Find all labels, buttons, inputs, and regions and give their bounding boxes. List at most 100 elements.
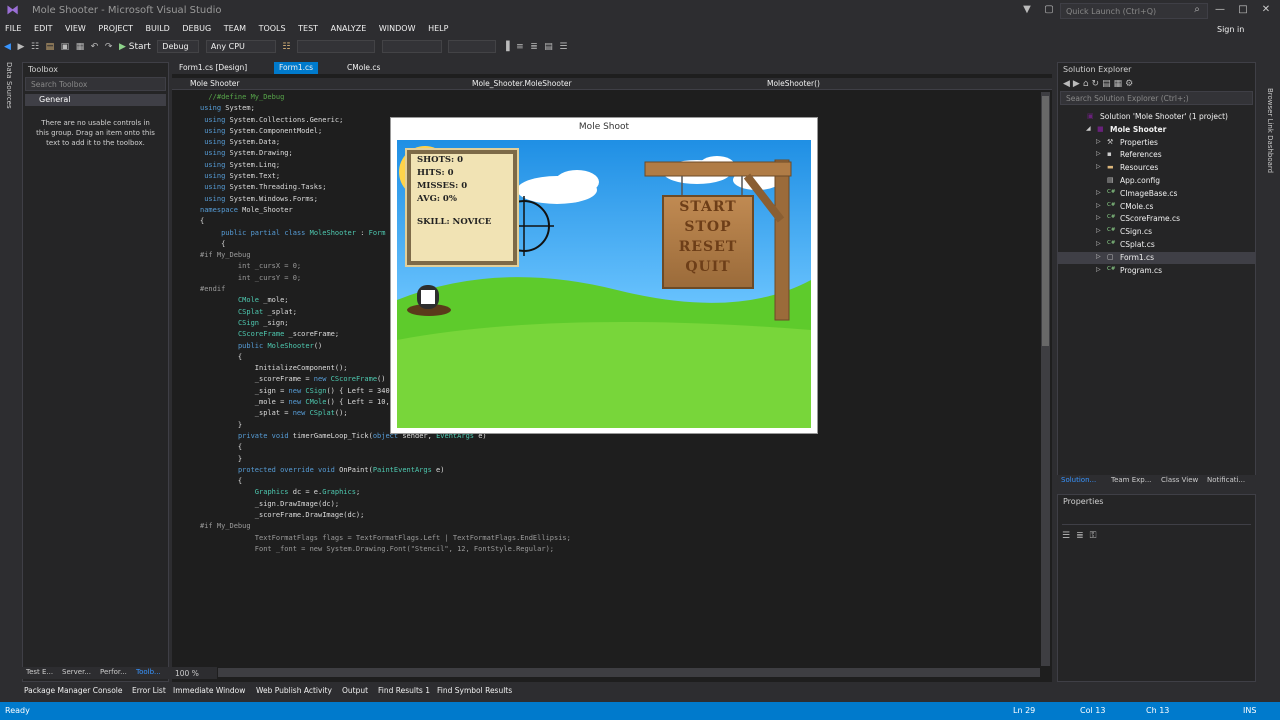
save-all-icon[interactable]: ▦ xyxy=(76,40,85,54)
tab-web-publish-activity[interactable]: Web Publish Activity xyxy=(256,686,332,695)
game-canvas[interactable]: SHOTS: 0 HITS: 0 MISSES: 0 AVG: 0% SKILL… xyxy=(397,140,811,428)
tab-cmole-cs[interactable]: CMole.cs xyxy=(342,62,385,74)
tab-test-explorer[interactable]: Test E... xyxy=(26,668,53,676)
collapsed-arrow-icon[interactable]: ▷ xyxy=(1096,227,1101,234)
code-line[interactable]: Font _font = new System.Drawing.Font("St… xyxy=(200,544,1040,555)
sign-in-link[interactable]: Sign in xyxy=(1217,25,1244,34)
tab-class-view[interactable]: Class View xyxy=(1161,476,1198,484)
tree-item[interactable]: ▷ C# CImageBase.cs xyxy=(1058,188,1255,200)
tree-item[interactable]: ◢ ■ Mole Shooter xyxy=(1058,124,1255,136)
code-line[interactable]: { xyxy=(200,442,1040,453)
code-line[interactable]: protected override void OnPaint(PaintEve… xyxy=(200,465,1040,476)
tab-find-symbol-results[interactable]: Find Symbol Results xyxy=(437,686,512,695)
comment-icon[interactable]: ☰ xyxy=(559,40,567,54)
target-select[interactable] xyxy=(297,40,375,53)
browser-select[interactable] xyxy=(381,40,442,53)
properties-object-select[interactable] xyxy=(1062,513,1251,525)
menu-view[interactable]: VIEW xyxy=(60,22,91,35)
tab-error-list[interactable]: Error List xyxy=(132,686,166,695)
tree-item[interactable]: ▣ Solution 'Mole Shooter' (1 project) xyxy=(1058,111,1255,123)
code-line[interactable]: #if My_Debug xyxy=(200,521,1040,532)
tab-package-manager-console[interactable]: Package Manager Console xyxy=(24,686,123,695)
collapsed-arrow-icon[interactable]: ▷ xyxy=(1096,202,1101,209)
solution-explorer-toolbar[interactable]: ◀▶⌂↻▤▦⚙ xyxy=(1058,77,1255,91)
tab-toolbox[interactable]: Toolb... xyxy=(136,668,161,676)
find-in-files-icon[interactable]: ☷ xyxy=(282,40,290,54)
collapsed-arrow-icon[interactable]: ▷ xyxy=(1096,214,1101,221)
menu-debug[interactable]: DEBUG xyxy=(177,22,216,35)
menu-edit[interactable]: EDIT xyxy=(29,22,57,35)
tree-item[interactable]: ▷ C# CSign.cs xyxy=(1058,226,1255,238)
toolbox-group-general[interactable]: General xyxy=(25,94,166,106)
maximize-button[interactable]: □ xyxy=(1233,2,1253,18)
collapsed-arrow-icon[interactable]: ▷ xyxy=(1096,240,1101,247)
zoom-level[interactable]: 100 % xyxy=(172,667,217,679)
quick-launch-input[interactable]: Quick Launch (Ctrl+Q) xyxy=(1060,3,1208,19)
vertical-scrollbar-thumb[interactable] xyxy=(1042,96,1049,346)
member-dropdown[interactable]: MoleShooter() xyxy=(767,79,820,88)
start-button[interactable]: ▶ Start xyxy=(119,40,151,54)
code-line[interactable]: _scoreFrame.DrawImage(dc); xyxy=(200,510,1040,521)
expanded-arrow-icon[interactable]: ◢ xyxy=(1086,125,1091,132)
tree-item[interactable]: ▷ ⚒ Properties xyxy=(1058,137,1255,149)
tab-notifications[interactable]: Notificati... xyxy=(1207,476,1245,484)
sign-quit[interactable]: QUIT xyxy=(664,257,752,277)
tab-find-results-1[interactable]: Find Results 1 xyxy=(378,686,430,695)
collapsed-arrow-icon[interactable]: ▷ xyxy=(1096,253,1101,260)
mole-shoot-window[interactable]: Mole Shoot SHOTS: 0 HITS: 0 MISSES: 0 AV… xyxy=(390,117,818,434)
menu-help[interactable]: HELP xyxy=(423,22,453,35)
menu-window[interactable]: WINDOW xyxy=(374,22,421,35)
menu-project[interactable]: PROJECT xyxy=(93,22,138,35)
tree-item[interactable]: ▷ C# Program.cs xyxy=(1058,265,1255,277)
minimize-button[interactable]: — xyxy=(1210,2,1230,18)
tab-server-explorer[interactable]: Server... xyxy=(62,668,91,676)
feedback-icon[interactable]: ▢ xyxy=(1042,3,1056,17)
code-line[interactable]: { xyxy=(200,476,1040,487)
tab-performance[interactable]: Perfor... xyxy=(100,668,127,676)
menu-team[interactable]: TEAM xyxy=(219,22,251,35)
navigate-back-icon[interactable]: ◀ xyxy=(4,40,11,54)
browser-link-dashboard-tab[interactable]: Browser Link Dashboard xyxy=(1266,88,1274,173)
collapsed-arrow-icon[interactable]: ▷ xyxy=(1096,189,1101,196)
tab-team-explorer[interactable]: Team Exp... xyxy=(1111,476,1151,484)
tree-item[interactable]: ▷ C# CScoreFrame.cs xyxy=(1058,213,1255,225)
tab-immediate-window[interactable]: Immediate Window xyxy=(173,686,245,695)
open-file-icon[interactable]: ▤ xyxy=(46,40,55,54)
collapsed-arrow-icon[interactable]: ▷ xyxy=(1096,150,1101,157)
tab-form1-cs[interactable]: Form1.cs xyxy=(274,62,319,74)
sign-reset[interactable]: RESET xyxy=(664,237,752,257)
solution-search-input[interactable]: Search Solution Explorer (Ctrl+;) xyxy=(1060,91,1253,105)
collapsed-arrow-icon[interactable]: ▷ xyxy=(1096,163,1101,170)
outlining-gutter[interactable] xyxy=(190,92,200,666)
align-center-icon[interactable]: ≣ xyxy=(530,40,538,54)
sign-start[interactable]: START xyxy=(664,197,752,217)
project-dropdown[interactable]: Mole Shooter xyxy=(190,79,239,88)
menu-test[interactable]: TEST xyxy=(293,22,323,35)
bookmark-icon[interactable]: ▐ xyxy=(503,40,510,54)
horizontal-scrollbar[interactable] xyxy=(218,668,1040,677)
tab-solution-explorer[interactable]: Solution... xyxy=(1061,476,1096,484)
navigate-forward-icon[interactable]: ▶ xyxy=(17,40,24,54)
tree-item[interactable]: ▷ ▢ Form1.cs xyxy=(1058,251,1255,264)
code-line[interactable]: TextFormatFlags flags = TextFormatFlags.… xyxy=(200,533,1040,544)
tree-item[interactable]: ▷ C# CSplat.cs xyxy=(1058,239,1255,251)
code-line[interactable]: using System; xyxy=(200,103,1040,114)
menu-build[interactable]: BUILD xyxy=(141,22,175,35)
menu-file[interactable]: FILE xyxy=(0,22,26,35)
properties-toolbar[interactable]: ☰≣⚿ xyxy=(1058,529,1255,543)
collapsed-arrow-icon[interactable]: ▷ xyxy=(1096,266,1101,273)
tree-item[interactable]: ▷ C# CMole.cs xyxy=(1058,201,1255,213)
align-left-icon[interactable]: ≡ xyxy=(516,40,524,54)
code-line[interactable]: } xyxy=(200,454,1040,465)
save-icon[interactable]: ▣ xyxy=(61,40,70,54)
tree-item[interactable]: ▷ ▪ References xyxy=(1058,149,1255,161)
tab-form1-design[interactable]: Form1.cs [Design] xyxy=(174,62,252,74)
code-line[interactable]: //#define My_Debug xyxy=(200,92,1040,103)
close-button[interactable]: ✕ xyxy=(1256,2,1276,18)
code-line[interactable]: Graphics dc = e.Graphics; xyxy=(200,487,1040,498)
data-sources-tab[interactable]: Data Sources xyxy=(5,62,13,109)
toolbox-search-input[interactable]: Search Toolbox xyxy=(25,77,166,91)
menu-analyze[interactable]: ANALYZE xyxy=(326,22,372,35)
collapsed-arrow-icon[interactable]: ▷ xyxy=(1096,138,1101,145)
platform-select[interactable]: Any CPU xyxy=(205,40,276,53)
